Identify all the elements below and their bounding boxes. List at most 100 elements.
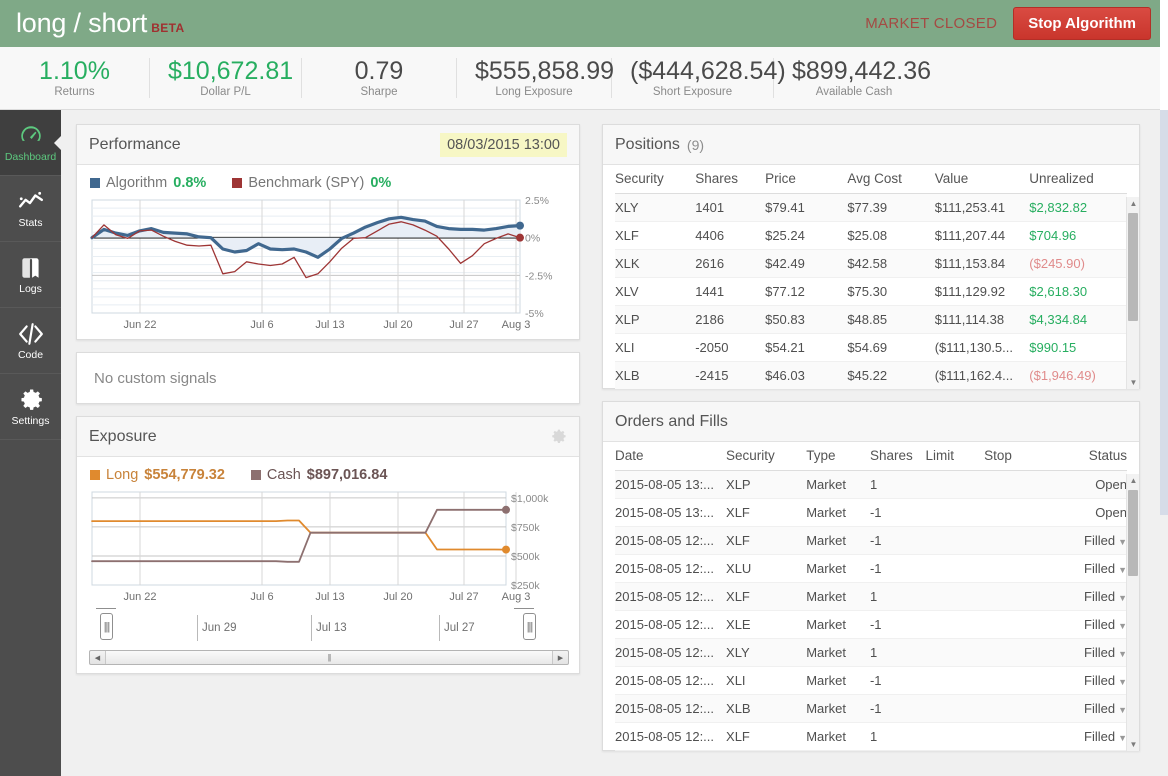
- table-row[interactable]: 2015-08-05 12:...XLFMarket-1Filled▼: [615, 527, 1127, 555]
- metric-sharpe: 0.79 Sharpe: [302, 58, 457, 97]
- svg-text:Jun 22: Jun 22: [123, 319, 156, 331]
- table-row[interactable]: XLY1401$79.41$77.39$111,253.41$2,832.82: [615, 194, 1127, 222]
- stop-algorithm-button[interactable]: Stop Algorithm: [1013, 7, 1151, 40]
- date-range-slider[interactable]: Jun 29 Jul 13 Jul 27 ||| ||| ◀: [89, 613, 569, 665]
- position-price: $54.21: [765, 334, 847, 362]
- scroll-down-arrow[interactable]: ▼: [1127, 376, 1139, 389]
- sidebar-item-code[interactable]: Code: [0, 308, 61, 374]
- horizontal-scrollbar[interactable]: ◀ ||| ▶: [89, 650, 569, 665]
- order-status[interactable]: Filled▼: [1051, 527, 1127, 555]
- table-row[interactable]: XLI-2050$54.21$54.69($111,130.5...$990.1…: [615, 334, 1127, 362]
- legend-item-benchmark: Benchmark (SPY) 0%: [232, 175, 391, 191]
- table-row[interactable]: 2015-08-05 12:XLEMarket-1Filled▼: [615, 751, 1127, 752]
- order-stop: [984, 751, 1051, 752]
- scroll-right-arrow[interactable]: ▶: [553, 651, 568, 664]
- table-row[interactable]: 2015-08-05 12:...XLFMarket1Filled▼: [615, 583, 1127, 611]
- legend-value: $554,779.32: [144, 467, 225, 483]
- scroll-thumb[interactable]: [1128, 213, 1138, 321]
- legend-label: Cash: [267, 467, 301, 483]
- table-row[interactable]: 2015-08-05 12:...XLEMarket-1Filled▼: [615, 611, 1127, 639]
- sidebar-item-stats[interactable]: Stats: [0, 176, 61, 242]
- sidebar-item-logs[interactable]: Logs: [0, 242, 61, 308]
- table-row[interactable]: XLP2186$50.83$48.85$111,114.38$4,334.84: [615, 306, 1127, 334]
- table-row[interactable]: XLB-2415$46.03$45.22($111,162.4...($1,94…: [615, 362, 1127, 390]
- order-shares: -1: [870, 527, 926, 555]
- order-limit: [925, 695, 984, 723]
- metric-label: Returns: [18, 86, 131, 98]
- table-row[interactable]: 2015-08-05 12:...XLUMarket-1Filled▼: [615, 555, 1127, 583]
- metric-long-exposure: $555,858.99 Long Exposure: [457, 58, 612, 97]
- order-status[interactable]: Filled▼: [1051, 555, 1127, 583]
- order-security: XLP: [726, 471, 806, 499]
- page-scroll-thumb[interactable]: [1160, 110, 1168, 515]
- order-shares: -1: [870, 611, 926, 639]
- order-security: XLY: [726, 639, 806, 667]
- col-stop: Stop: [984, 442, 1051, 471]
- order-type: Market: [806, 751, 870, 752]
- positions-scrollbar[interactable]: ▲ ▼: [1126, 197, 1139, 389]
- performance-legend: Algorithm 0.8% Benchmark (SPY) 0%: [88, 175, 568, 191]
- svg-text:$500k: $500k: [511, 551, 540, 563]
- col-type: Type: [806, 442, 870, 471]
- page-title: Performance: [89, 136, 181, 154]
- table-row[interactable]: 2015-08-05 12:...XLBMarket-1Filled▼: [615, 695, 1127, 723]
- scroll-up-arrow[interactable]: ▲: [1127, 474, 1139, 487]
- table-row[interactable]: XLV1441$77.12$75.30$111,129.92$2,618.30: [615, 278, 1127, 306]
- page-scrollbar[interactable]: [1160, 110, 1168, 776]
- metric-value: $899,442.36: [792, 58, 916, 84]
- order-stop: [984, 527, 1051, 555]
- table-row[interactable]: 2015-08-05 13:...XLFMarket-1Open: [615, 499, 1127, 527]
- metric-label: Available Cash: [792, 86, 916, 98]
- order-shares: 1: [870, 583, 926, 611]
- order-date: 2015-08-05 12:...: [615, 555, 726, 583]
- table-row[interactable]: XLF4406$25.24$25.08$111,207.44$704.96: [615, 222, 1127, 250]
- order-shares: -1: [870, 499, 926, 527]
- metric-value: 1.10%: [18, 58, 131, 84]
- order-status[interactable]: Filled▼: [1051, 723, 1127, 751]
- order-type: Market: [806, 639, 870, 667]
- table-row[interactable]: 2015-08-05 12:...XLFMarket1Filled▼: [615, 723, 1127, 751]
- sidebar-item-dashboard[interactable]: Dashboard: [0, 110, 61, 176]
- scroll-thumb[interactable]: [1128, 490, 1138, 576]
- position-unrealized: ($245.90): [1029, 250, 1127, 278]
- orders-header-row: Date Security Type Shares Limit Stop Sta…: [615, 442, 1127, 471]
- svg-text:Jul 20: Jul 20: [383, 319, 412, 331]
- order-status[interactable]: Filled▼: [1051, 667, 1127, 695]
- order-status[interactable]: Filled▼: [1051, 639, 1127, 667]
- svg-text:Aug 3: Aug 3: [502, 319, 531, 331]
- range-end-handle[interactable]: |||: [523, 613, 536, 640]
- table-row[interactable]: XLK2616$42.49$42.58$111,153.84($245.90): [615, 250, 1127, 278]
- table-row[interactable]: 2015-08-05 13:...XLPMarket1Open: [615, 471, 1127, 499]
- legend-label: Long: [106, 467, 138, 483]
- position-unrealized: ($1,946.49): [1029, 362, 1127, 390]
- performance-timestamp: 08/03/2015 13:00: [440, 133, 567, 157]
- gauge-icon: [18, 123, 44, 149]
- gear-icon[interactable]: [550, 428, 567, 445]
- order-limit: [925, 611, 984, 639]
- order-status[interactable]: Filled▼: [1051, 695, 1127, 723]
- scroll-up-arrow[interactable]: ▲: [1127, 197, 1139, 210]
- table-row[interactable]: 2015-08-05 12:...XLIMarket-1Filled▼: [615, 667, 1127, 695]
- legend-swatch-cash: [251, 470, 261, 480]
- scroll-left-arrow[interactable]: ◀: [90, 651, 105, 664]
- position-value: ($111,130.5...: [935, 334, 1030, 362]
- col-date: Date: [615, 442, 726, 471]
- scroll-thumb[interactable]: |||: [105, 651, 553, 664]
- range-start-handle[interactable]: |||: [100, 613, 113, 640]
- scroll-down-arrow[interactable]: ▼: [1127, 738, 1139, 751]
- scroll-grip: |||: [327, 653, 330, 662]
- order-status[interactable]: Filled▼: [1051, 611, 1127, 639]
- slider-tick-label: Jul 13: [316, 622, 347, 634]
- slider-tick-line: [439, 615, 440, 641]
- order-security: XLF: [726, 527, 806, 555]
- table-row[interactable]: 2015-08-05 12:...XLYMarket1Filled▼: [615, 639, 1127, 667]
- right-column: Positions (9) Security Shares Price Avg …: [602, 124, 1140, 776]
- orders-scrollbar[interactable]: ▲ ▼: [1126, 474, 1139, 751]
- order-status[interactable]: Filled▼: [1051, 751, 1127, 752]
- exposure-chart[interactable]: $1,000k$750k$500k$250kJun 22Jul 6Jul 13J…: [88, 488, 568, 603]
- performance-chart[interactable]: 2.5%0%-2.5%-5%Jun 22Jul 6Jul 13Jul 20Jul…: [88, 196, 568, 331]
- chart-line-icon: [18, 189, 44, 215]
- order-stop: [984, 471, 1051, 499]
- sidebar-item-settings[interactable]: Settings: [0, 374, 61, 440]
- order-status[interactable]: Filled▼: [1051, 583, 1127, 611]
